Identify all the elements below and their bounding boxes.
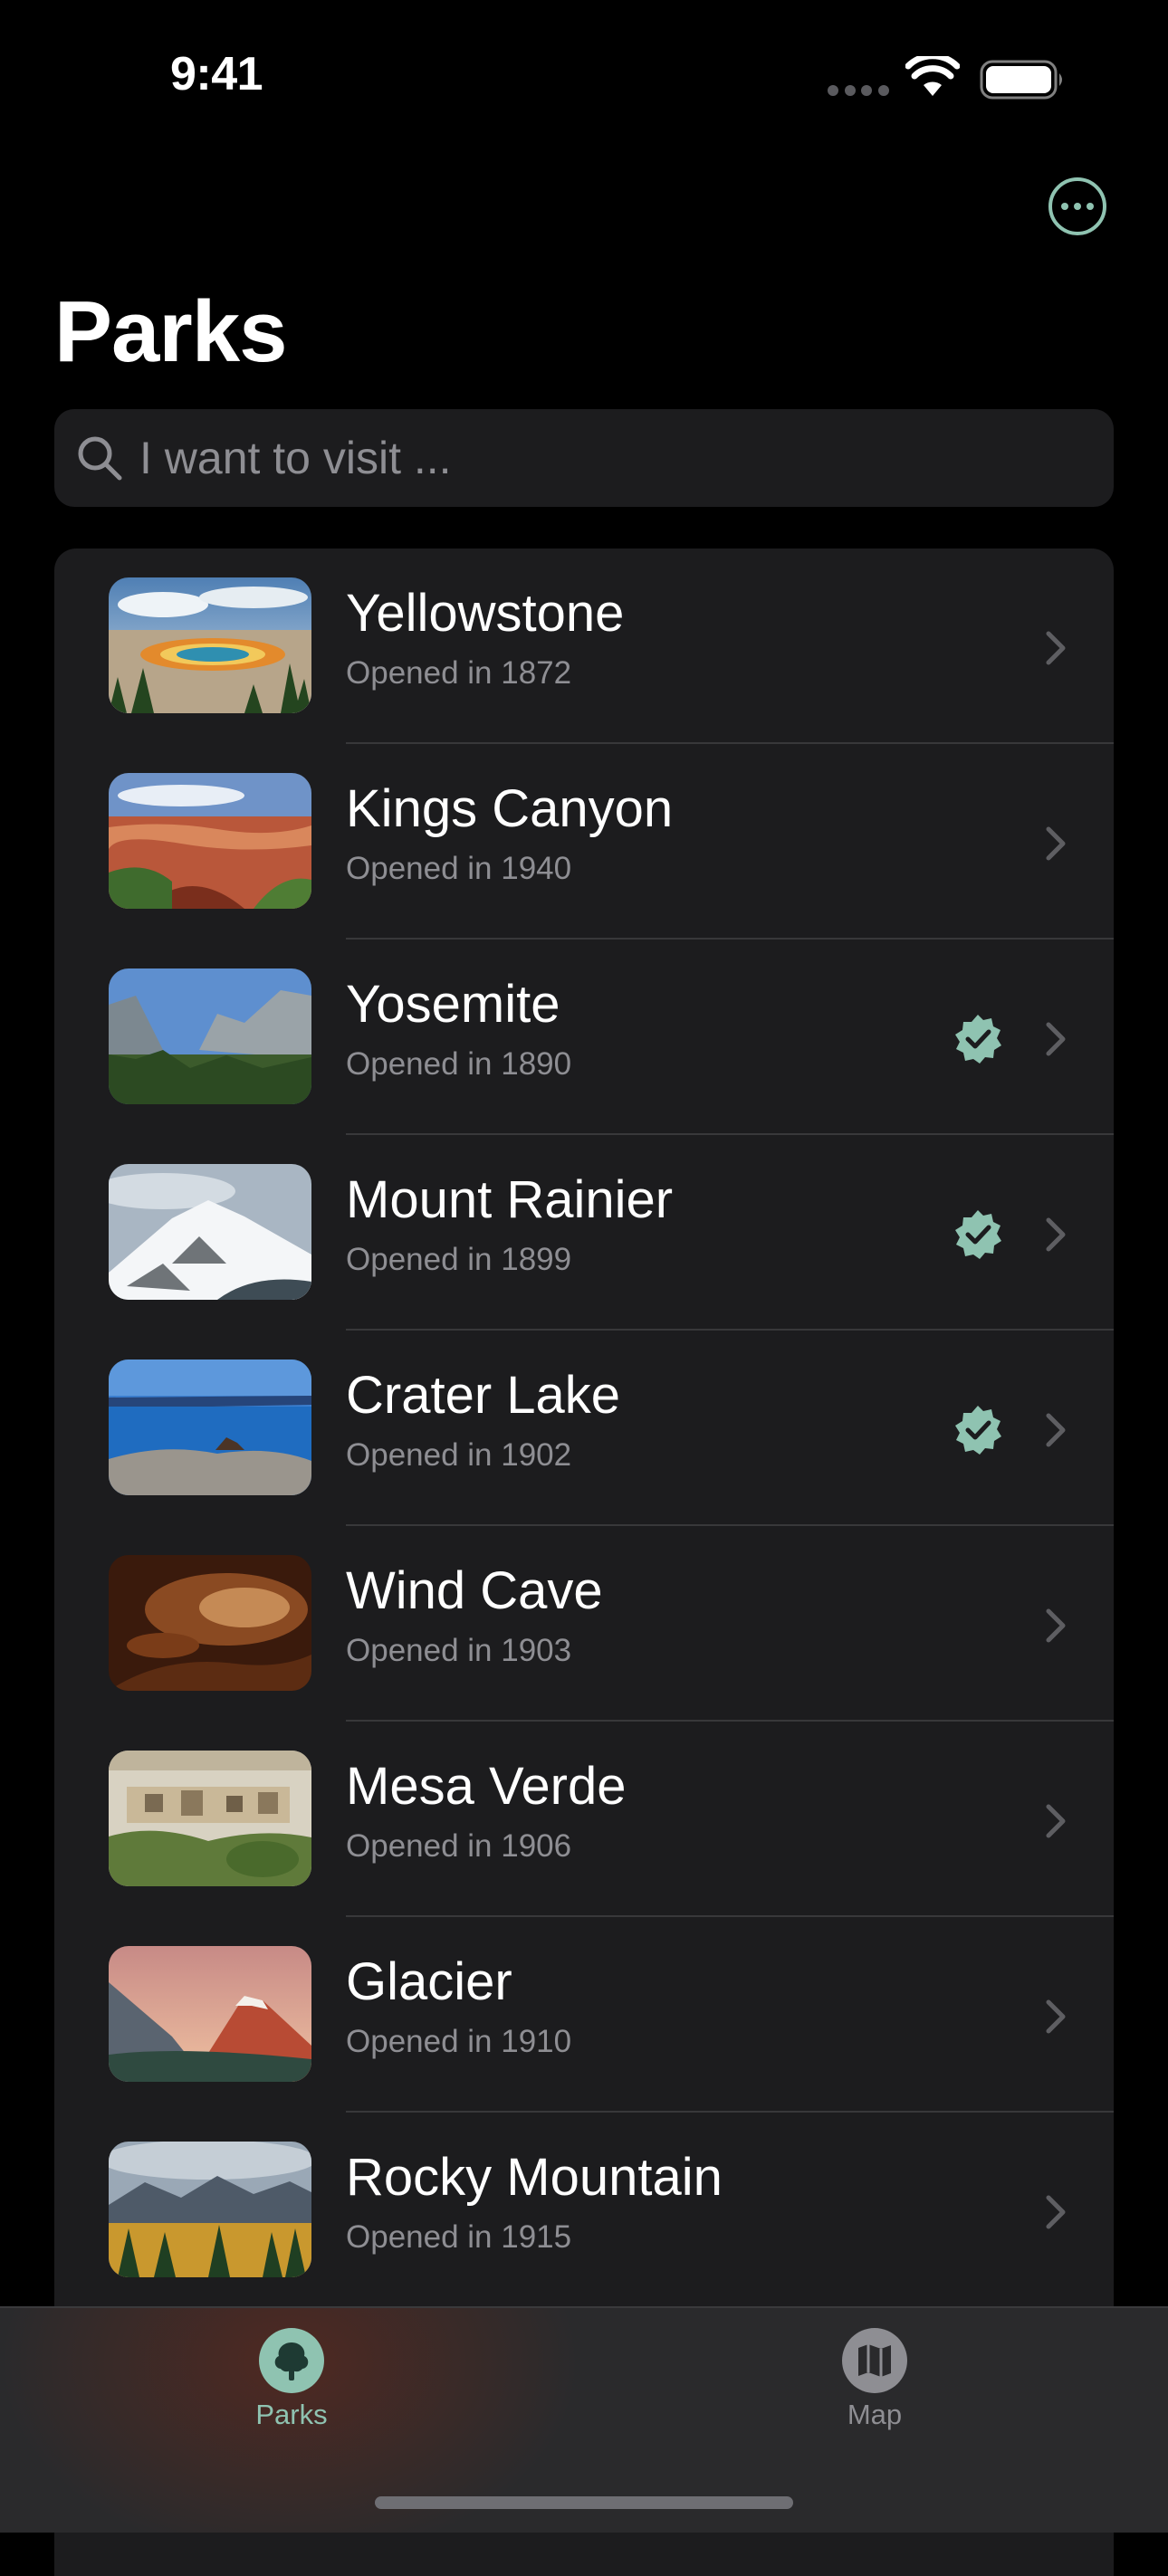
tab-label: Parks bbox=[255, 2399, 328, 2430]
park-name: Yellowstone bbox=[346, 584, 625, 643]
park-row-mesa-verde[interactable]: Mesa Verde Opened in 1906 bbox=[54, 1722, 1114, 1917]
park-photo-mount-rainier bbox=[109, 1164, 311, 1300]
search-field[interactable] bbox=[54, 408, 1114, 508]
chevron-right-icon bbox=[1046, 1804, 1066, 1838]
status-time: 9:41 bbox=[170, 48, 263, 100]
park-opened-year: Opened in 1890 bbox=[346, 1046, 572, 1082]
park-row-crater-lake[interactable]: Crater Lake Opened in 1902 bbox=[54, 1331, 1114, 1526]
park-list: Yellowstone Opened in 1872 Kings Canyon … bbox=[54, 549, 1114, 2576]
chevron-right-icon bbox=[1046, 826, 1066, 861]
park-photo-glacier bbox=[109, 1946, 311, 2082]
ellipsis-circle-icon bbox=[1061, 203, 1068, 210]
park-photo-kings-canyon bbox=[109, 773, 311, 909]
visited-checkmark-seal-icon bbox=[955, 1015, 1001, 1064]
visited-checkmark-seal-icon bbox=[955, 1210, 1001, 1259]
chevron-right-icon bbox=[1046, 1217, 1066, 1252]
park-opened-year: Opened in 1872 bbox=[346, 655, 572, 691]
status-bar: 9:41 bbox=[0, 0, 1168, 154]
chevron-right-icon bbox=[1046, 1022, 1066, 1056]
park-name: Rocky Mountain bbox=[346, 2148, 723, 2207]
park-name: Glacier bbox=[346, 1952, 512, 2011]
home-indicator bbox=[375, 2496, 793, 2509]
visited-checkmark-seal-icon bbox=[955, 1406, 1001, 1455]
search-icon bbox=[78, 436, 122, 481]
chevron-right-icon bbox=[1046, 2195, 1066, 2229]
chevron-right-icon bbox=[1046, 1999, 1066, 2034]
tab-parks[interactable]: Parks bbox=[201, 2328, 382, 2431]
search-input[interactable] bbox=[138, 408, 1114, 508]
chevron-right-icon bbox=[1046, 1608, 1066, 1643]
park-opened-year: Opened in 1899 bbox=[346, 1242, 572, 1277]
park-photo-yellowstone bbox=[109, 577, 311, 713]
park-row-yosemite[interactable]: Yosemite Opened in 1890 bbox=[54, 940, 1114, 1135]
park-opened-year: Opened in 1903 bbox=[346, 1633, 572, 1668]
park-row-wind-cave[interactable]: Wind Cave Opened in 1903 bbox=[54, 1526, 1114, 1722]
chevron-right-icon bbox=[1046, 1413, 1066, 1447]
park-opened-year: Opened in 1940 bbox=[346, 851, 572, 886]
more-options-button[interactable] bbox=[1048, 177, 1106, 235]
park-opened-year: Opened in 1910 bbox=[346, 2024, 572, 2059]
chevron-right-icon bbox=[1046, 631, 1066, 665]
park-photo-crater-lake bbox=[109, 1360, 311, 1495]
park-name: Yosemite bbox=[346, 975, 560, 1034]
tree-icon bbox=[259, 2328, 324, 2393]
park-photo-mesa-verde bbox=[109, 1751, 311, 1886]
park-photo-yosemite bbox=[109, 968, 311, 1104]
park-opened-year: Opened in 1915 bbox=[346, 2219, 572, 2255]
tab-map[interactable]: Map bbox=[784, 2328, 965, 2431]
map-icon bbox=[842, 2328, 907, 2393]
park-opened-year: Opened in 1902 bbox=[346, 1437, 572, 1473]
park-row-yellowstone[interactable]: Yellowstone Opened in 1872 bbox=[54, 549, 1114, 744]
wifi-icon bbox=[905, 56, 960, 96]
park-photo-rocky-mountain bbox=[109, 2142, 311, 2277]
park-name: Crater Lake bbox=[346, 1366, 621, 1425]
park-name: Wind Cave bbox=[346, 1561, 603, 1620]
park-name: Mount Rainier bbox=[346, 1170, 674, 1229]
park-row-rocky-mountain[interactable]: Rocky Mountain Opened in 1915 bbox=[54, 2113, 1114, 2308]
park-row-kings-canyon[interactable]: Kings Canyon Opened in 1940 bbox=[54, 744, 1114, 940]
park-opened-year: Opened in 1906 bbox=[346, 1828, 572, 1864]
park-name: Mesa Verde bbox=[346, 1757, 627, 1816]
tab-label: Map bbox=[847, 2399, 903, 2430]
park-name: Kings Canyon bbox=[346, 779, 674, 838]
battery-icon bbox=[980, 60, 1062, 100]
cellular-signal-icon bbox=[828, 85, 889, 96]
park-photo-wind-cave bbox=[109, 1555, 311, 1691]
park-row-glacier[interactable]: Glacier Opened in 1910 bbox=[54, 1917, 1114, 2113]
park-row-mount-rainier[interactable]: Mount Rainier Opened in 1899 bbox=[54, 1135, 1114, 1331]
page-title: Parks bbox=[54, 283, 288, 380]
